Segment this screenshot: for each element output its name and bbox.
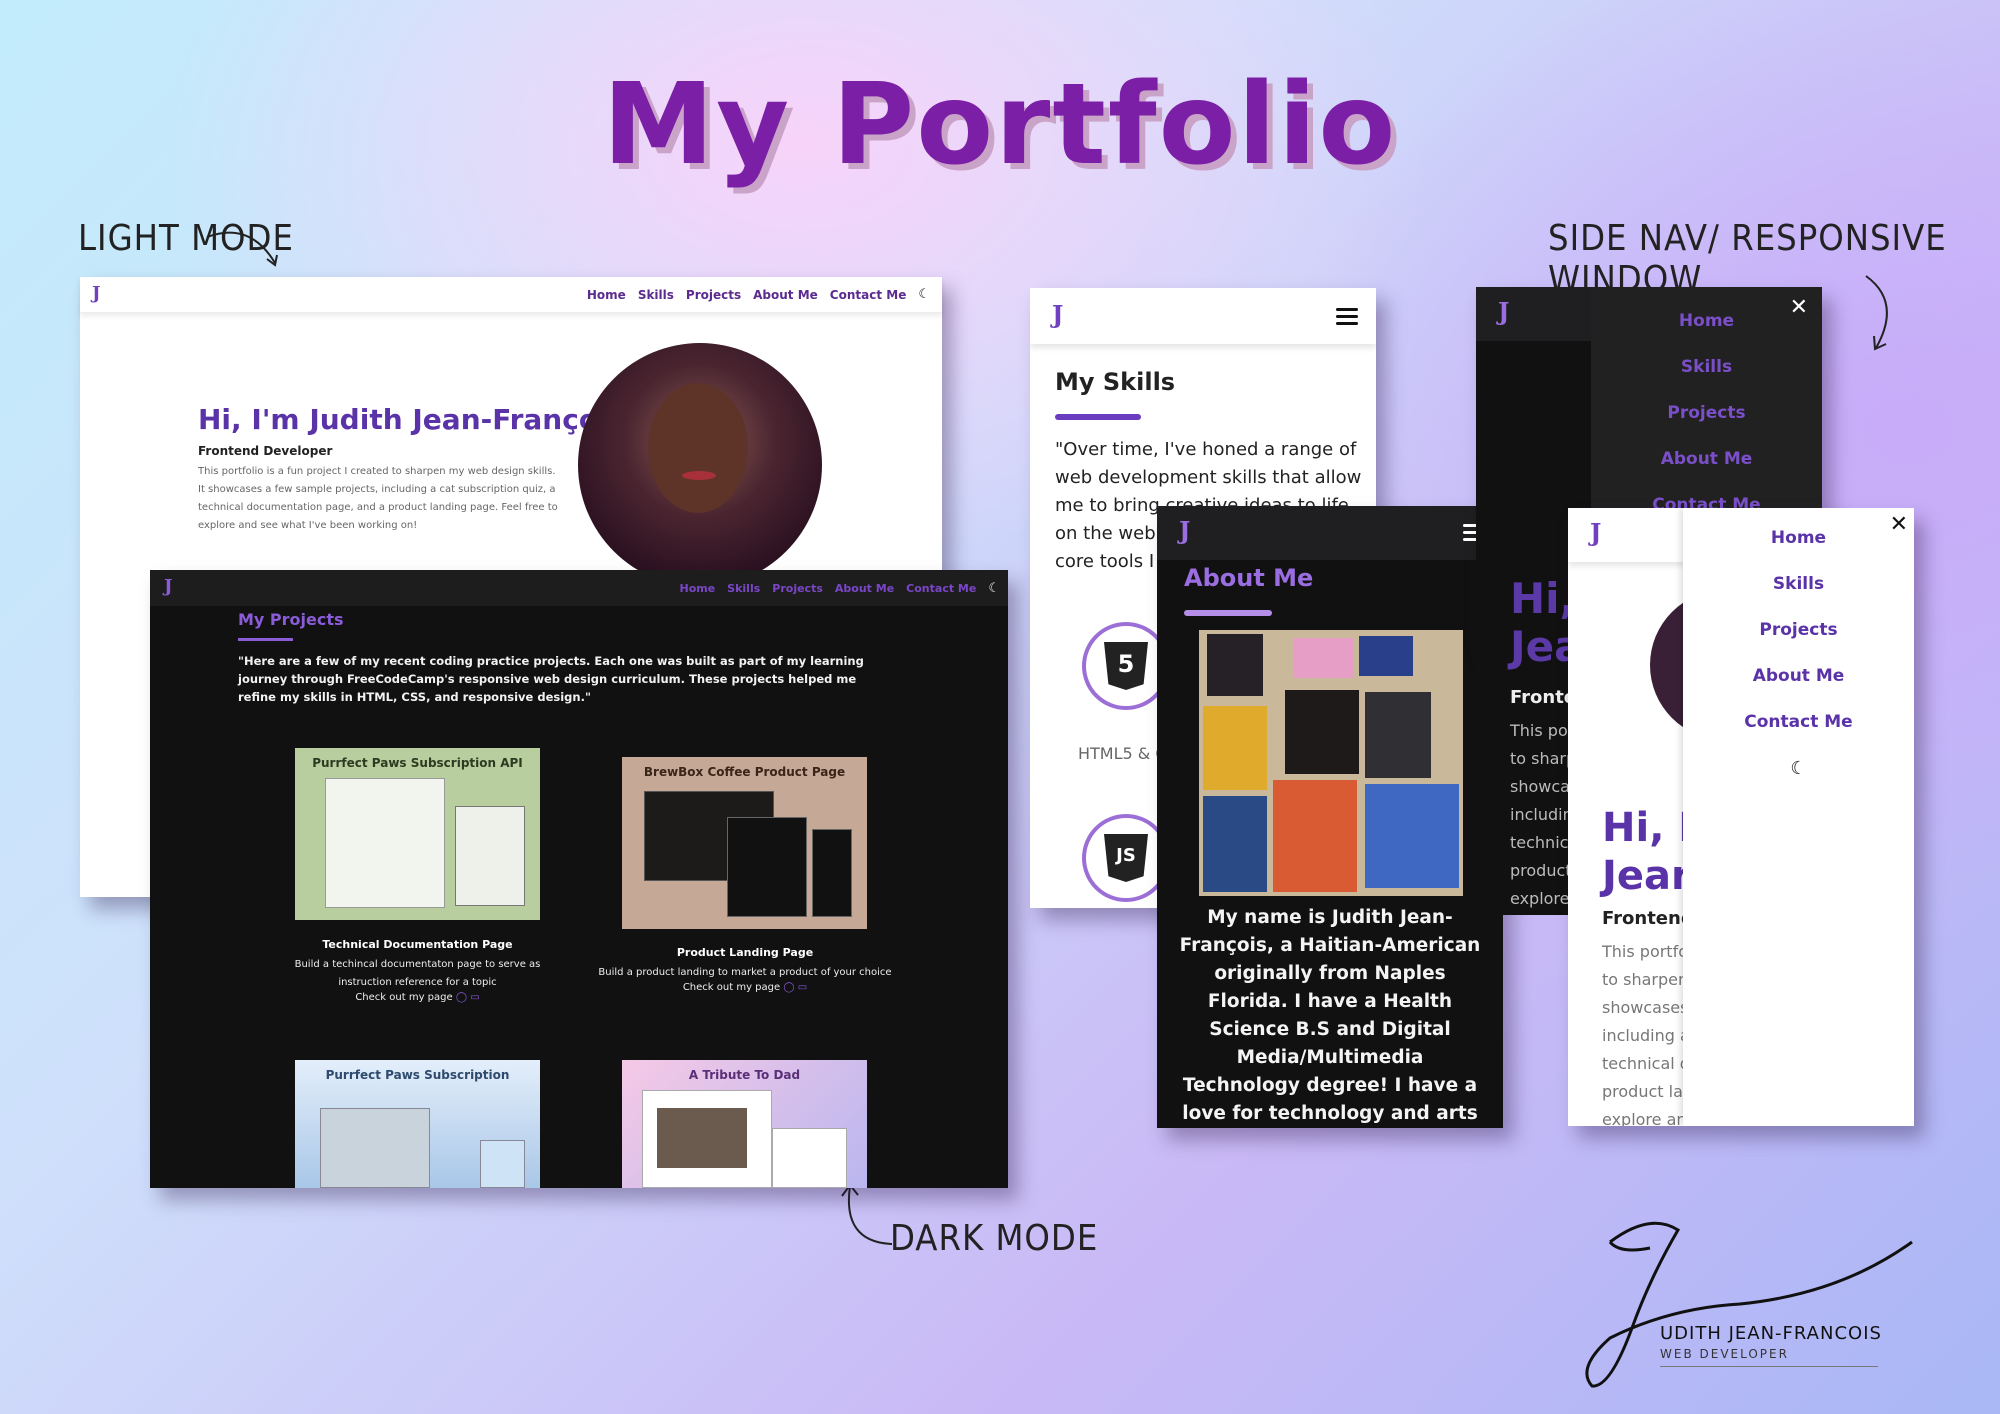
project-thumbnail[interactable]: A Tribute To Dad [622, 1060, 867, 1188]
sidenav-light-screenshot: J Hi, I' Jear Frontend This portfoli to … [1568, 508, 1914, 1126]
side-nav-skills[interactable]: Skills [1683, 574, 1914, 620]
hamburger-menu-icon[interactable] [1336, 304, 1358, 329]
project-desc: Build a techincal documentaton page to s… [294, 959, 541, 988]
nav-link-contact[interactable]: Contact Me [906, 582, 976, 595]
nav-links: Home Skills Projects About Me Contact Me… [575, 287, 930, 302]
jj-logo-icon[interactable]: J [92, 283, 101, 304]
section-heading: My Projects [238, 610, 344, 629]
jj-logo-icon[interactable]: J [1052, 300, 1063, 329]
moon-icon[interactable]: ☾ [1683, 758, 1914, 804]
navbar: J Home Skills Projects About Me Contact … [80, 277, 942, 313]
hero-heading: Hi, I'm Judith Jean-François [198, 403, 625, 436]
side-nav-about[interactable]: About Me [1591, 449, 1822, 495]
navbar: J [1030, 288, 1376, 344]
nav-link-about[interactable]: About Me [753, 288, 818, 302]
section-heading: My Skills [1055, 368, 1176, 396]
side-nav-panel: ✕ Home Skills Projects About Me Contact … [1683, 508, 1914, 1126]
nav-link-home[interactable]: Home [679, 582, 715, 595]
navbar: J Home Skills Projects About Me Contact … [150, 570, 1008, 606]
navbar: J [1157, 506, 1503, 560]
section-heading: About Me [1184, 564, 1314, 592]
dark-mode-label: DARK MODE [890, 1218, 1099, 1259]
signature-divider [1660, 1366, 1878, 1367]
side-nav-projects[interactable]: Projects [1683, 620, 1914, 666]
project-title: Technical Documentation Page [322, 938, 513, 951]
dark-mode-screenshot: J Home Skills Projects About Me Contact … [150, 570, 1008, 1188]
nav-link-home[interactable]: Home [587, 288, 626, 302]
hero-subheading: Frontend Developer [198, 444, 333, 458]
moon-icon[interactable]: ☾ [988, 581, 1000, 596]
side-nav-contact[interactable]: Contact Me [1683, 712, 1914, 758]
nav-link-contact[interactable]: Contact Me [830, 288, 907, 302]
project-title: Product Landing Page [676, 946, 814, 959]
project-thumbnail[interactable]: Purrfect Paws Subscription [295, 1060, 540, 1188]
signature-name: UDITH JEAN-FRANCOIS [1660, 1323, 1882, 1344]
project-thumbnail[interactable]: Purrfect Paws Subscription API [295, 748, 540, 920]
signature-role: WEB DEVELOPER [1660, 1347, 1789, 1361]
side-nav-home[interactable]: Home [1591, 311, 1822, 357]
nav-link-projects[interactable]: Projects [772, 582, 823, 595]
curved-arrow-icon [1865, 275, 1888, 351]
heading-underline [1055, 414, 1141, 420]
github-icon: ◯ ▭ [455, 992, 480, 1003]
heading-underline [1184, 610, 1272, 616]
heading-underline [238, 638, 293, 641]
side-nav-links: Home Skills Projects About Me Contact Me… [1683, 528, 1914, 804]
jj-logo-icon[interactable]: J [1179, 516, 1190, 545]
github-icon: ◯ ▭ [783, 982, 808, 993]
about-mobile-screenshot: J About Me My name is Judith Jean-Franço… [1157, 506, 1503, 1128]
jj-logo-icon[interactable]: J [164, 576, 173, 597]
side-nav-home[interactable]: Home [1683, 528, 1914, 574]
art-collage-image [1199, 630, 1463, 896]
curved-arrow-icon [206, 231, 278, 267]
curved-arrow-icon [841, 1183, 893, 1245]
sidenav-dark-hero-partial: Hi, Jea Fronte This por to sharp showcas… [1476, 575, 1570, 915]
section-intro: "Here are a few of my recent coding prac… [238, 654, 864, 704]
side-nav-about[interactable]: About Me [1683, 666, 1914, 712]
project-desc: Build a product landing to market a prod… [598, 967, 892, 978]
about-body: My name is Judith Jean-François, a Haiti… [1179, 907, 1481, 1124]
nav-link-projects[interactable]: Projects [686, 288, 741, 302]
side-nav-links: Home Skills Projects About Me Contact Me [1591, 311, 1822, 541]
project-thumbnail[interactable]: BrewBox Coffee Product Page [622, 757, 867, 929]
nav-links: Home Skills Projects About Me Contact Me… [667, 581, 1000, 596]
project-link[interactable]: Check out my page ◯ ▭ [595, 982, 895, 993]
page-title: My Portfolio [602, 60, 1398, 190]
hero-body: This portfolio is a fun project I create… [198, 466, 558, 531]
nav-link-skills[interactable]: Skills [727, 582, 760, 595]
nav-link-about[interactable]: About Me [835, 582, 894, 595]
avatar [578, 343, 822, 587]
side-nav-skills[interactable]: Skills [1591, 357, 1822, 403]
side-nav-projects[interactable]: Projects [1591, 403, 1822, 449]
nav-link-skills[interactable]: Skills [638, 288, 674, 302]
jj-logo-icon[interactable]: J [1498, 297, 1509, 326]
signature-j-logo [1585, 1221, 1913, 1388]
moon-icon[interactable]: ☾ [918, 287, 930, 302]
project-link[interactable]: Check out my page ◯ ▭ [270, 992, 565, 1003]
jj-logo-icon[interactable]: J [1590, 518, 1601, 547]
